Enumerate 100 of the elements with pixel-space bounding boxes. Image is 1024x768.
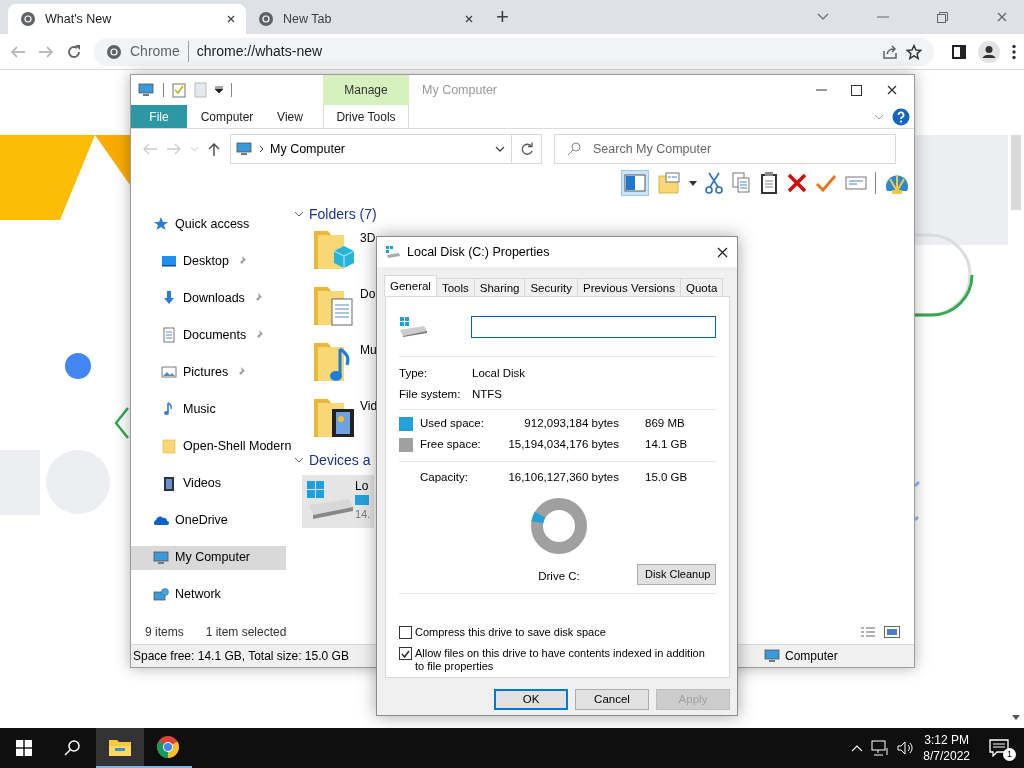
item-count: 9 items: [145, 624, 184, 641]
preview-pane-button[interactable]: [621, 170, 649, 196]
property-value: NTFS: [472, 386, 503, 402]
selection-count: 1 item selected: [205, 624, 287, 641]
profile-icon[interactable]: [978, 40, 1000, 63]
search-field[interactable]: Search My Computer: [554, 134, 896, 164]
dialog-tab[interactable]: Quota: [680, 278, 724, 296]
ribbon-expand-icon[interactable]: [874, 113, 884, 120]
network-icon[interactable]: [871, 740, 890, 756]
document-icon: [161, 327, 177, 344]
notification-icon[interactable]: [989, 739, 1009, 757]
chevron-up-icon[interactable]: [851, 744, 864, 752]
refresh-icon[interactable]: [519, 142, 534, 156]
scissors-icon[interactable]: [705, 172, 723, 194]
dialog-tab[interactable]: Sharing: [473, 278, 526, 296]
volume-icon[interactable]: [897, 741, 916, 755]
search-icon[interactable]: [64, 740, 80, 756]
ribbon-tab[interactable]: View: [267, 105, 313, 128]
nav-item[interactable]: Desktop: [131, 249, 255, 274]
nav-item[interactable]: Quick access: [131, 212, 258, 236]
collapse-chevron-icon[interactable]: [294, 457, 304, 463]
menu-icon[interactable]: [1012, 43, 1016, 60]
checkbox-label[interactable]: Compress this drive to save disk space: [415, 626, 606, 639]
group-header: Folders (7): [309, 204, 377, 224]
nav-item[interactable]: Videos: [131, 471, 229, 496]
new-tab-button[interactable]: +: [488, 6, 517, 28]
address-field[interactable]: My Computer: [230, 134, 542, 164]
property-label: File system:: [399, 386, 462, 402]
usage-bar: [355, 495, 369, 505]
start-icon[interactable]: [16, 740, 32, 756]
close-icon[interactable]: [716, 245, 729, 259]
chrome-logo-icon: [106, 43, 122, 60]
checkbox[interactable]: [399, 647, 412, 660]
scroll-down-arrow-icon[interactable]: [1012, 715, 1020, 720]
ribbon-tab[interactable]: Computer: [187, 105, 267, 128]
clock[interactable]: 3:12 PM 8/7/2022: [923, 732, 970, 764]
drive-tile[interactable]: Lo 14.: [302, 475, 374, 528]
up-arrow-icon[interactable]: [208, 142, 220, 156]
drive-name-field[interactable]: [471, 315, 716, 338]
nav-item[interactable]: Documents: [131, 323, 273, 348]
dialog-tab[interactable]: General: [384, 275, 437, 296]
close-icon[interactable]: [464, 14, 474, 24]
nav-item[interactable]: My Computer: [131, 545, 286, 570]
dropdown-chevron-icon[interactable]: [495, 146, 505, 152]
close-icon[interactable]: [886, 84, 898, 96]
checklist-icon[interactable]: [172, 82, 186, 98]
checkbox-label[interactable]: Allow files on this drive to have contents indexed in addition to file properties: [415, 647, 716, 673]
reload-icon[interactable]: [66, 43, 82, 60]
drive-icon: [305, 479, 355, 519]
checkbox[interactable]: [399, 626, 412, 639]
checkmark-icon[interactable]: [815, 174, 837, 192]
clipboard-icon[interactable]: [759, 171, 779, 195]
dialog-button[interactable]: Cancel: [575, 689, 649, 710]
folder-name[interactable]: 3D: [360, 225, 376, 245]
large-icons-view-icon[interactable]: [884, 626, 900, 638]
browser-tab[interactable]: What's New: [8, 4, 246, 34]
property-value: Local Disk: [472, 365, 526, 381]
computer-icon: [235, 141, 253, 157]
nav-item[interactable]: OneDrive: [131, 508, 236, 533]
context-tab-header: Manage: [323, 75, 409, 105]
side-panel-icon[interactable]: [952, 44, 966, 59]
maximize-icon[interactable]: [851, 84, 862, 96]
delete-icon[interactable]: [787, 173, 807, 193]
dialog-title: Local Disk (C:) Properties: [407, 243, 551, 261]
drive-icon: [399, 315, 429, 338]
address-bar[interactable]: Chrome chrome://whats-new: [94, 37, 934, 66]
chrome-logo-icon: [258, 11, 274, 27]
nav-item[interactable]: Pictures: [131, 360, 255, 385]
folder-name[interactable]: Vid: [360, 393, 378, 413]
computer-icon[interactable]: [137, 82, 155, 98]
close-icon[interactable]: [226, 14, 236, 24]
chevron-down-icon[interactable]: [817, 13, 829, 21]
decoration-chevron: [114, 407, 129, 439]
browser-tab[interactable]: New Tab: [246, 4, 484, 34]
restore-icon[interactable]: [937, 11, 948, 23]
chrome-browser-icon[interactable]: [156, 735, 180, 759]
copy-icon[interactable]: [731, 172, 751, 194]
disk-cleanup-button[interactable]: Disk Cleanup: [637, 564, 716, 585]
share-icon[interactable]: [882, 43, 898, 60]
dropdown-caret-icon[interactable]: [215, 86, 223, 94]
nav-item[interactable]: Downloads: [131, 286, 271, 311]
star-icon[interactable]: [906, 43, 922, 60]
desktop-icon: [161, 253, 177, 270]
folder-name[interactable]: Mu: [360, 337, 377, 357]
file-explorer-icon[interactable]: [108, 737, 132, 757]
nav-item[interactable]: Open-Shell Modern: [131, 434, 300, 459]
folder-name[interactable]: Do: [360, 281, 376, 301]
site-label: Chrome: [130, 41, 189, 62]
help-icon[interactable]: [892, 107, 910, 126]
group-header: Devices a: [309, 450, 371, 470]
dialog-tab[interactable]: Security: [524, 278, 578, 296]
search-input[interactable]: Search My Computer: [591, 138, 895, 160]
collapse-chevron-icon[interactable]: [294, 211, 304, 217]
dropdown-caret-icon[interactable]: [689, 180, 697, 186]
nav-item[interactable]: Music: [131, 397, 224, 422]
film-icon: [161, 475, 177, 492]
dialog-button[interactable]: OK: [494, 689, 568, 710]
nav-item[interactable]: Network: [131, 582, 229, 607]
drive-name: Lo: [355, 479, 370, 493]
chevron-right-icon[interactable]: [259, 145, 264, 153]
